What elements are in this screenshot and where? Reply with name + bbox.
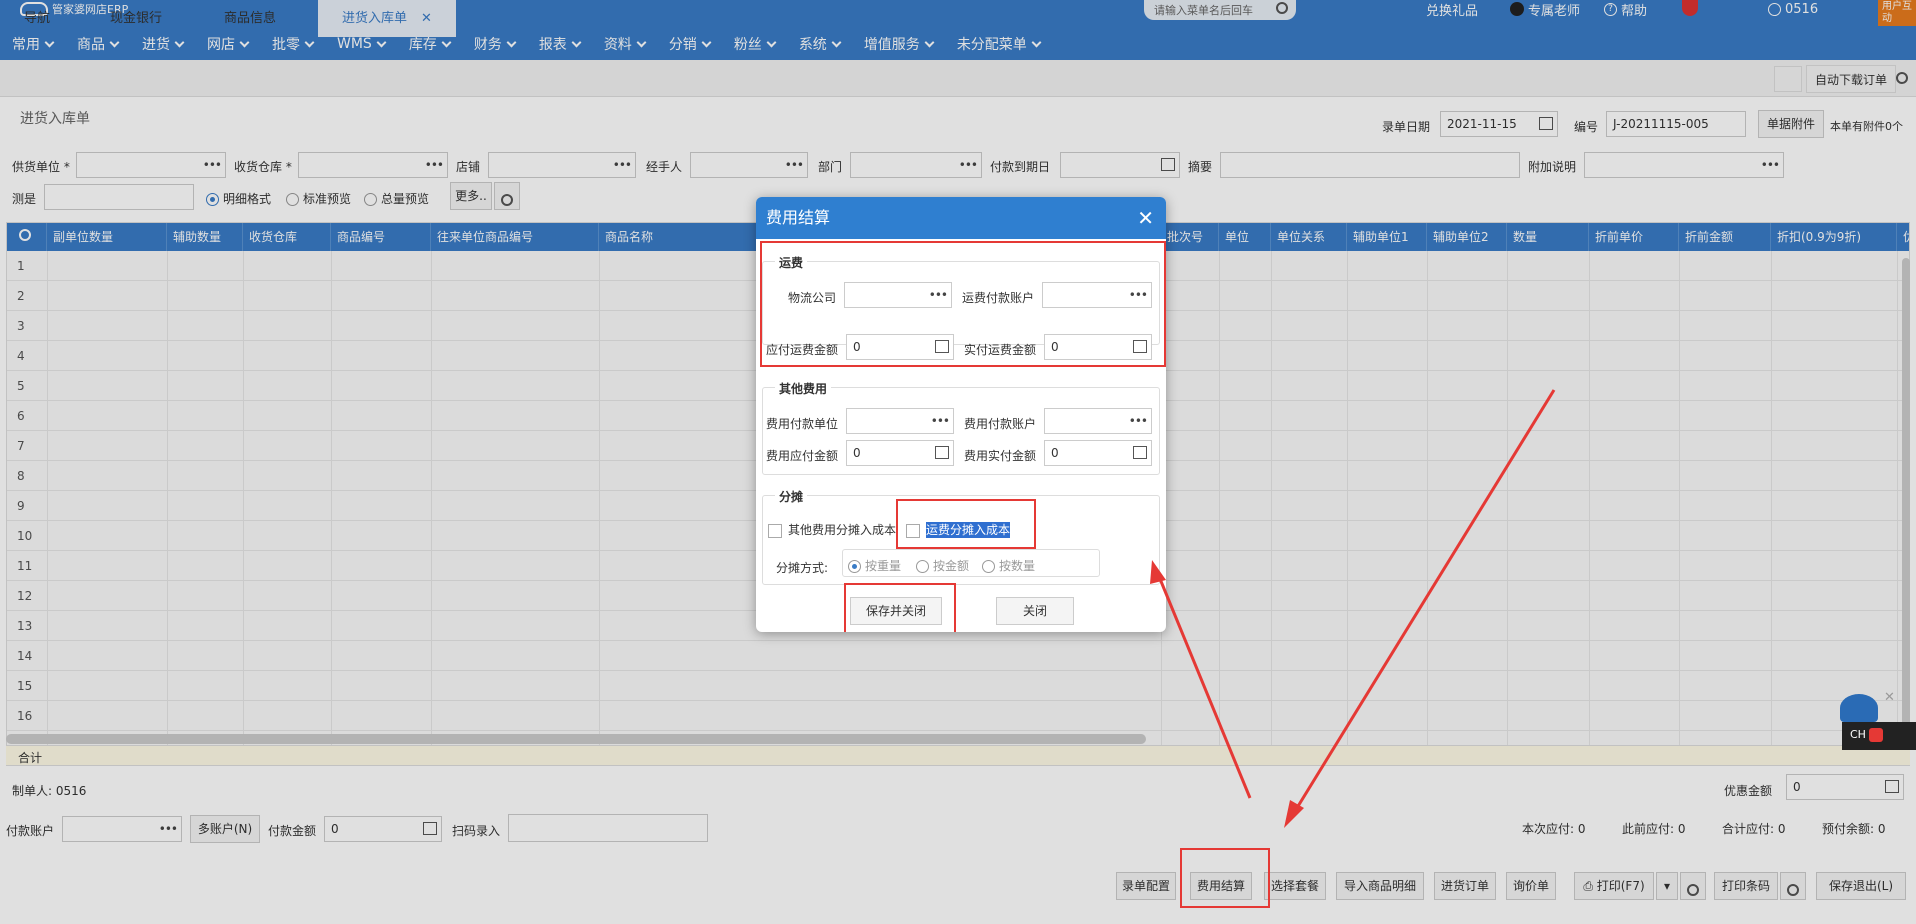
calculator-icon[interactable]: [935, 446, 949, 459]
other-cost-checkbox[interactable]: 其他费用分摊入成本: [768, 521, 896, 538]
close-icon[interactable]: ✕: [1884, 690, 1895, 705]
save-close-highlight: [844, 583, 956, 632]
close-icon[interactable]: ✕: [1137, 197, 1154, 239]
sogou-icon: [1869, 728, 1884, 742]
fee-unit-field[interactable]: •••: [846, 408, 954, 434]
radio-by-quantity[interactable]: 按数量: [982, 557, 1035, 574]
fee-actual-label: 费用实付金额: [964, 449, 1037, 463]
fee-account-field[interactable]: •••: [1044, 408, 1152, 434]
more-icon[interactable]: •••: [1129, 409, 1148, 433]
ime-indicator[interactable]: CH: [1842, 722, 1916, 750]
fee-payable-label: 费用应付金额: [766, 449, 839, 463]
fee-settlement-dialog: 费用结算 ✕ 运费 物流公司 ••• 运费付款账户 ••• 应付运费金额 0 实…: [756, 197, 1166, 632]
allocation-method-label: 分摊方式:: [776, 561, 829, 575]
freight-highlight: [760, 241, 1166, 367]
assistant-mascot-icon[interactable]: [1840, 694, 1878, 722]
dialog-title: 费用结算: [756, 197, 1166, 239]
fee-account-label: 费用付款账户: [964, 417, 1037, 431]
fee-button-highlight: [1180, 848, 1270, 908]
freight-cost-highlight: [896, 499, 1036, 549]
radio-by-weight[interactable]: 按重量: [848, 557, 901, 574]
dialog-close-button[interactable]: 关闭: [996, 597, 1074, 625]
radio-by-amount[interactable]: 按金额: [916, 557, 969, 574]
fee-payable-field[interactable]: 0: [846, 440, 954, 466]
fee-unit-label: 费用付款单位: [766, 417, 839, 431]
more-icon[interactable]: •••: [931, 409, 950, 433]
fee-actual-field[interactable]: 0: [1044, 440, 1152, 466]
calculator-icon[interactable]: [1133, 446, 1147, 459]
